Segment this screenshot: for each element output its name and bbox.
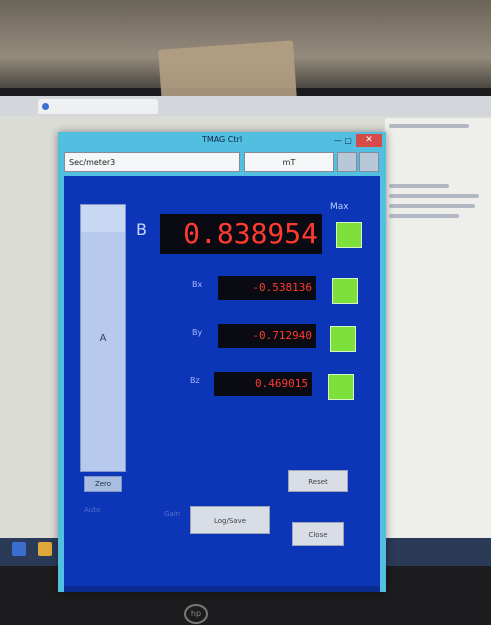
browser-favicon-icon — [42, 103, 49, 110]
status-strip — [64, 586, 380, 592]
close-button[interactable]: Close — [292, 522, 344, 546]
zero-button[interactable]: Zero — [84, 476, 122, 492]
level-bar-label: A — [99, 332, 107, 344]
level-bar: A — [80, 204, 126, 472]
text-line — [389, 214, 459, 218]
bz-label: Bz — [190, 376, 200, 385]
level-bar-fill — [81, 231, 125, 471]
max-indicator — [336, 222, 362, 248]
text-line — [389, 194, 479, 198]
by-value-display: -0.712940 — [218, 324, 316, 348]
text-line — [389, 184, 449, 188]
bz-value-display: 0.469015 — [214, 372, 312, 396]
main-field-label: B — [136, 220, 147, 239]
app-window: TMAG Ctrl — ▢ ✕ Sec/meter3 mT A Zero Max… — [58, 132, 386, 592]
monitor-logo-icon: hp — [184, 604, 208, 624]
by-indicator — [330, 326, 356, 352]
main-value-display: 0.838954 — [160, 214, 322, 254]
close-icon[interactable]: ✕ — [356, 134, 382, 147]
minimize-icon[interactable]: — ▢ — [334, 136, 352, 145]
log-save-button[interactable]: Log/Save — [190, 506, 270, 534]
settings-row: Sec/meter3 mT — [64, 152, 380, 174]
auto-label: Auto — [84, 506, 101, 514]
title-bar: TMAG Ctrl — ▢ ✕ — [58, 132, 386, 150]
device-dropdown[interactable]: Sec/meter3 — [64, 152, 240, 172]
unit-dropdown[interactable]: mT — [244, 152, 334, 172]
bx-indicator — [332, 278, 358, 304]
bz-indicator — [328, 374, 354, 400]
reset-button[interactable]: Reset — [288, 470, 348, 492]
background-web-page — [385, 118, 491, 566]
text-line — [389, 204, 475, 208]
meter-panel: A Zero Max B 0.838954 Bx -0.538136 By -0… — [64, 176, 380, 586]
folder-icon[interactable] — [38, 542, 52, 556]
start-icon[interactable] — [12, 542, 26, 556]
by-label: By — [192, 328, 203, 337]
browser-tab[interactable] — [38, 99, 158, 114]
browser-tab-bar — [0, 96, 491, 116]
max-label: Max — [330, 202, 349, 212]
bx-label: Bx — [192, 280, 203, 289]
gain-label: Gain — [164, 510, 181, 518]
settings-button[interactable] — [337, 152, 357, 172]
connect-button[interactable] — [359, 152, 379, 172]
text-line — [389, 124, 469, 128]
bx-value-display: -0.538136 — [218, 276, 316, 300]
